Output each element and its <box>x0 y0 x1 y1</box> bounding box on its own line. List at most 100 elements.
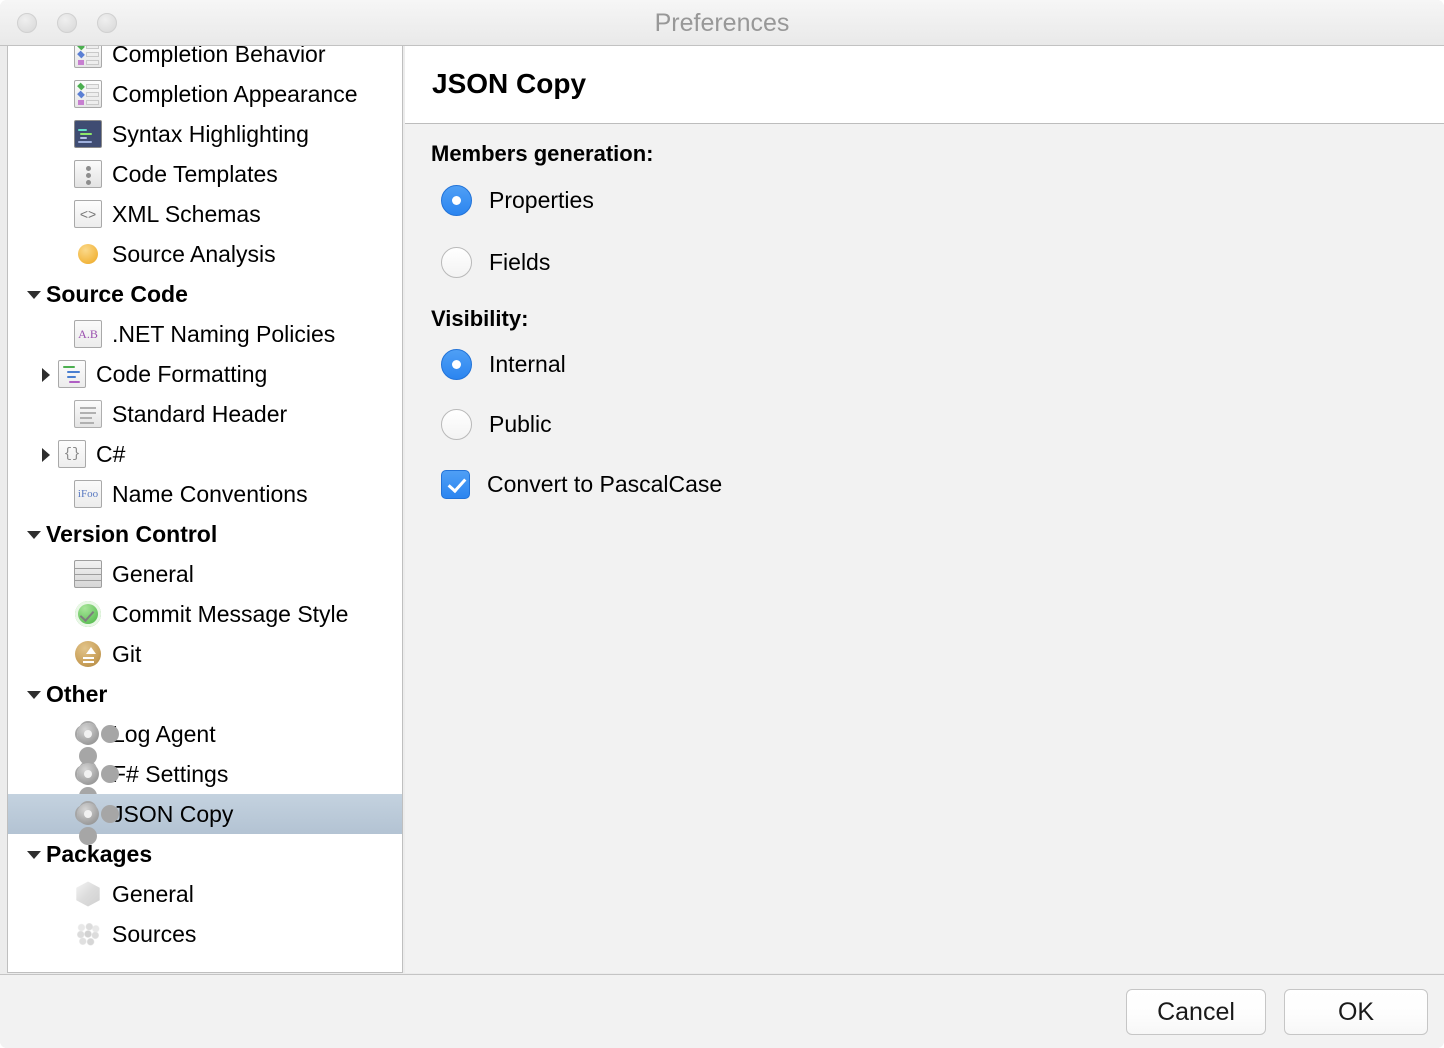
sidebar-item-label: C# <box>96 440 126 467</box>
checkbox-convert-pascalcase-label: Convert to PascalCase <box>487 471 723 497</box>
cancel-button[interactable]: Cancel <box>1126 989 1266 1035</box>
sidebar-item-git[interactable]: Git <box>8 634 402 674</box>
braces-document-icon: {} <box>58 440 86 468</box>
server-stack-icon <box>74 560 102 588</box>
orange-dot-icon <box>74 240 102 268</box>
radio-internal-label: Internal <box>489 351 566 377</box>
sidebar-item-label: Commit Message Style <box>112 600 349 627</box>
green-check-icon <box>74 600 102 628</box>
sidebar-item-xml-schemas[interactable]: <> XML Schemas <box>8 194 402 234</box>
sidebar-item-json-copy[interactable]: JSON Copy <box>8 794 402 834</box>
sidebar-item-label: General <box>112 880 194 907</box>
title-bar: Preferences <box>0 0 1444 46</box>
xml-document-icon: <> <box>74 200 102 228</box>
window-title: Preferences <box>654 9 790 37</box>
sidebar-item-general[interactable]: General <box>8 874 402 914</box>
gear-icon <box>74 720 102 748</box>
chevron-down-icon[interactable] <box>26 846 42 862</box>
sidebar-item-completion-appearance[interactable]: Completion Appearance <box>8 74 402 114</box>
sidebar-item-label: XML Schemas <box>112 200 261 227</box>
checkbox-convert-pascalcase[interactable]: Convert to PascalCase <box>441 470 722 499</box>
sidebar-item-label: Source Analysis <box>112 240 276 267</box>
sidebar-item-label: Sources <box>112 920 197 947</box>
sidebar-item-net-naming-policies[interactable]: A.B .NET Naming Policies <box>8 314 402 354</box>
sidebar-item-label: Packages <box>46 840 153 867</box>
sidebar-item-log-agent[interactable]: Log Agent <box>8 714 402 754</box>
chevron-right-icon[interactable] <box>38 446 54 462</box>
chevron-down-icon[interactable] <box>26 686 42 702</box>
radio-public-indicator[interactable] <box>441 409 472 440</box>
sidebar-item-packages[interactable]: Packages <box>8 834 402 874</box>
sidebar-item-label: Source Code <box>46 280 188 307</box>
code-template-icon <box>74 160 102 188</box>
sidebar-item-standard-header[interactable]: Standard Header <box>8 394 402 434</box>
chevron-down-icon[interactable] <box>26 526 42 542</box>
sidebar-item-f-settings[interactable]: F# Settings <box>8 754 402 794</box>
radio-properties-label: Properties <box>489 187 594 213</box>
sidebar-item-label: Completion Behavior <box>112 46 326 67</box>
sidebar-item-label: Other <box>46 680 108 707</box>
sidebar-item-label: JSON Copy <box>112 800 234 827</box>
sidebar-item-commit-message-style[interactable]: Commit Message Style <box>8 594 402 634</box>
sidebar-item-label: Code Formatting <box>96 360 268 387</box>
sidebar-item-code-templates[interactable]: Code Templates <box>8 154 402 194</box>
spheres-icon <box>74 920 102 948</box>
sidebar-item-other[interactable]: Other <box>8 674 402 714</box>
sidebar-item-source-analysis[interactable]: Source Analysis <box>8 234 402 274</box>
sidebar-item-label: Name Conventions <box>112 480 308 507</box>
page-title: JSON Copy <box>432 68 587 99</box>
checkbox-convert-pascalcase-indicator[interactable] <box>441 470 470 499</box>
radio-public[interactable]: Public <box>441 409 552 440</box>
radio-properties[interactable]: Properties <box>441 185 594 216</box>
gear-icon <box>74 760 102 788</box>
sidebar-item-completion-behavior[interactable]: Completion Behavior <box>8 46 402 74</box>
page-lines-icon <box>74 400 102 428</box>
radio-public-label: Public <box>489 411 552 437</box>
radio-fields-indicator[interactable] <box>441 247 472 278</box>
radio-fields-label: Fields <box>489 249 551 275</box>
sidebar-item-label: Git <box>112 640 142 667</box>
preferences-sidebar[interactable]: Completion Behavior Completion Appearance… <box>7 46 403 973</box>
sidebar-item-c[interactable]: {} C# <box>8 434 402 474</box>
sidebar-item-label: Completion Appearance <box>112 80 358 107</box>
sidebar-item-syntax-highlighting[interactable]: Syntax Highlighting <box>8 114 402 154</box>
radio-properties-indicator[interactable] <box>441 185 472 216</box>
sidebar-item-label: F# Settings <box>112 760 229 787</box>
chevron-down-icon[interactable] <box>26 286 42 302</box>
ok-button[interactable]: OK <box>1284 989 1428 1035</box>
sidebar-item-label: Code Templates <box>112 160 278 187</box>
radio-internal-indicator[interactable] <box>441 349 472 380</box>
sidebar-item-label: Version Control <box>46 520 218 547</box>
chevron-right-icon[interactable] <box>38 366 54 382</box>
sidebar-item-source-code[interactable]: Source Code <box>8 274 402 314</box>
sidebar-item-label: Log Agent <box>112 720 216 747</box>
panel-header: JSON Copy <box>405 46 1444 124</box>
cube-icon <box>74 880 102 908</box>
visibility-label: Visibility: <box>431 306 529 331</box>
sidebar-item-version-control[interactable]: Version Control <box>8 514 402 554</box>
gear-icon <box>74 800 102 828</box>
ab-tag-icon: A.B <box>74 320 102 348</box>
git-upload-icon <box>74 640 102 668</box>
sidebar-item-code-formatting[interactable]: Code Formatting <box>8 354 402 394</box>
sidebar-item-general[interactable]: General <box>8 554 402 594</box>
members-generation-label: Members generation: <box>431 141 654 166</box>
sidebar-item-name-conventions[interactable]: iFoo Name Conventions <box>8 474 402 514</box>
radio-fields[interactable]: Fields <box>441 247 550 278</box>
sidebar-item-label: Syntax Highlighting <box>112 120 309 147</box>
sidebar-item-sources[interactable]: Sources <box>8 914 402 954</box>
radio-internal[interactable]: Internal <box>441 349 566 380</box>
dialog-footer: Cancel OK <box>0 974 1444 1048</box>
panel-body: Members generation: Properties Fields Vi… <box>405 125 1444 973</box>
